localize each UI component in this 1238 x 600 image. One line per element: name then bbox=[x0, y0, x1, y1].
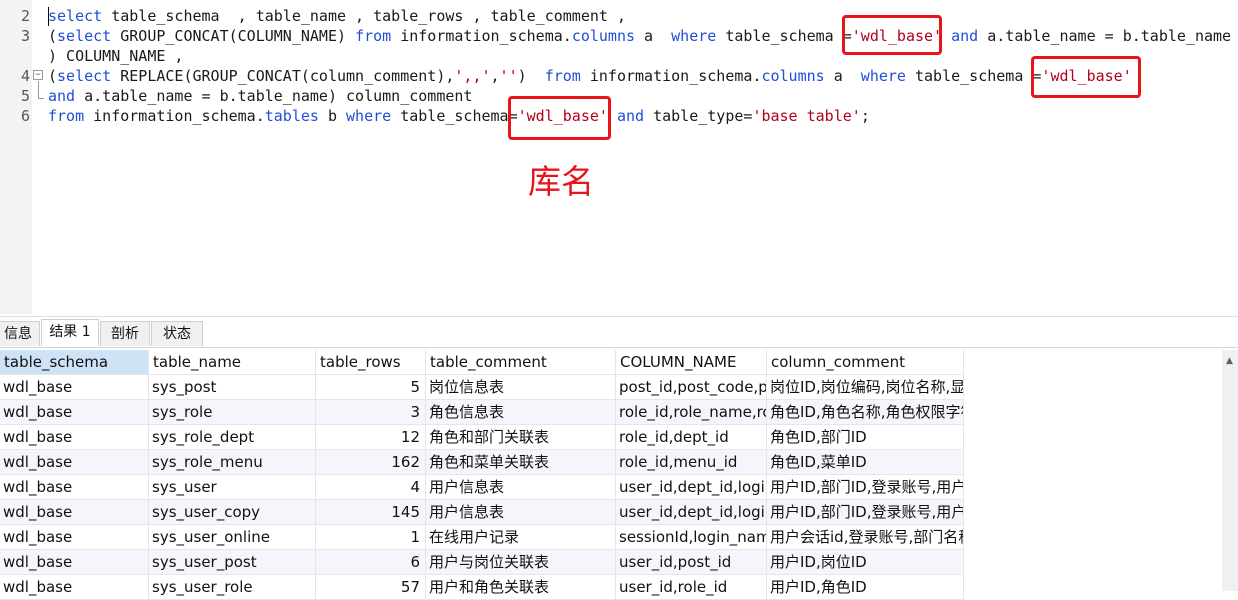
code-line[interactable]: from information_schema.tables b where t… bbox=[48, 106, 870, 126]
table-row[interactable]: wdl_base sys_user_post 6 用户与岗位关联表 user_id,po… bbox=[0, 550, 964, 575]
table-row[interactable]: wdl_base sys_user_role 57 用户和角色关联表 user_id,r… bbox=[0, 575, 964, 600]
line-number: 6 bbox=[20, 107, 30, 125]
cell-table-comment[interactable]: 角色和部门关联表 bbox=[426, 425, 616, 450]
column-header[interactable]: table_comment bbox=[426, 350, 616, 375]
fold-guide bbox=[38, 81, 39, 99]
cell-column-name[interactable]: role_id,dept_id bbox=[616, 425, 767, 450]
cell-column-name[interactable]: role_id,role_name,ro bbox=[616, 400, 767, 425]
code-line[interactable]: and a.table_name = b.table_name) column_… bbox=[48, 86, 472, 106]
tab-status[interactable]: 状态 bbox=[151, 321, 203, 346]
cell-table-name[interactable]: sys_user_post bbox=[149, 550, 316, 575]
cell-table-rows[interactable]: 6 bbox=[316, 550, 426, 575]
table-row[interactable]: wdl_base sys_role 3 角色信息表 role_id,role_name,… bbox=[0, 400, 964, 425]
tab-result-1[interactable]: 结果 1 bbox=[41, 319, 99, 346]
cell-table-rows[interactable]: 3 bbox=[316, 400, 426, 425]
cell-column-comment[interactable]: 用户ID,部门ID,登录账号,用户昵 bbox=[767, 500, 964, 525]
cell-table-rows[interactable]: 57 bbox=[316, 575, 426, 600]
cell-table-name[interactable]: sys_user_role bbox=[149, 575, 316, 600]
highlight-box bbox=[842, 15, 942, 55]
cell-table-comment[interactable]: 用户信息表 bbox=[426, 500, 616, 525]
line-number: 5 bbox=[20, 87, 30, 105]
cell-table-schema[interactable]: wdl_base bbox=[0, 550, 149, 575]
table-row[interactable]: wdl_base sys_user_online 1 在线用户记录 sessionId,… bbox=[0, 525, 964, 550]
line-number: 2 bbox=[20, 7, 30, 25]
table-row[interactable]: wdl_base sys_post 5 岗位信息表 post_id,post_code,… bbox=[0, 375, 964, 400]
cell-table-schema[interactable]: wdl_base bbox=[0, 375, 149, 400]
cell-column-name[interactable]: sessionId,login_name bbox=[616, 525, 767, 550]
cell-table-rows[interactable]: 4 bbox=[316, 475, 426, 500]
code-line[interactable]: (select REPLACE(GROUP_CONCAT(column_comm… bbox=[48, 66, 1132, 86]
cell-table-schema[interactable]: wdl_base bbox=[0, 575, 149, 600]
table-row[interactable]: wdl_base sys_role_menu 162 角色和菜单关联表 role_id,… bbox=[0, 450, 964, 475]
line-number: 3 bbox=[20, 27, 30, 45]
cell-table-rows[interactable]: 145 bbox=[316, 500, 426, 525]
code-line[interactable]: ) COLUMN_NAME , bbox=[48, 46, 183, 66]
cell-table-comment[interactable]: 在线用户记录 bbox=[426, 525, 616, 550]
cell-table-name[interactable]: sys_post bbox=[149, 375, 316, 400]
vertical-scrollbar[interactable] bbox=[1222, 350, 1238, 591]
cell-table-schema[interactable]: wdl_base bbox=[0, 500, 149, 525]
cell-column-name[interactable]: user_id,post_id bbox=[616, 550, 767, 575]
column-header[interactable]: COLUMN_NAME bbox=[616, 350, 767, 375]
cell-table-comment[interactable]: 用户信息表 bbox=[426, 475, 616, 500]
text-caret bbox=[48, 7, 49, 26]
cell-column-name[interactable]: user_id,dept_id,login bbox=[616, 500, 767, 525]
sql-editor[interactable]: 2 3 4 5 6 − select table_schema , table_… bbox=[0, 0, 1238, 314]
cell-table-name[interactable]: sys_user_online bbox=[149, 525, 316, 550]
cell-table-comment[interactable]: 岗位信息表 bbox=[426, 375, 616, 400]
cell-column-name[interactable]: post_id,post_code,p bbox=[616, 375, 767, 400]
cell-table-rows[interactable]: 5 bbox=[316, 375, 426, 400]
fold-guide-end bbox=[38, 98, 44, 99]
cell-column-comment[interactable]: 用户会话id,登录账号,部门名称 bbox=[767, 525, 964, 550]
cell-table-schema[interactable]: wdl_base bbox=[0, 525, 149, 550]
cell-table-comment[interactable]: 用户和角色关联表 bbox=[426, 575, 616, 600]
cell-column-comment[interactable]: 用户ID,角色ID bbox=[767, 575, 964, 600]
column-header[interactable]: table_name bbox=[149, 350, 316, 375]
column-header[interactable]: column_comment bbox=[767, 350, 964, 375]
cell-table-comment[interactable]: 用户与岗位关联表 bbox=[426, 550, 616, 575]
cell-table-schema[interactable]: wdl_base bbox=[0, 425, 149, 450]
cell-column-comment[interactable]: 用户ID,部门ID,登录账号,用户昵 bbox=[767, 475, 964, 500]
cell-column-name[interactable]: role_id,menu_id bbox=[616, 450, 767, 475]
fold-toggle-icon[interactable]: − bbox=[33, 70, 43, 80]
cell-table-rows[interactable]: 12 bbox=[316, 425, 426, 450]
tab-profile[interactable]: 剖析 bbox=[100, 321, 150, 346]
tab-info[interactable]: 信息 bbox=[0, 321, 40, 346]
column-header[interactable]: table_schema bbox=[0, 350, 149, 375]
cell-column-comment[interactable]: 角色ID,角色名称,角色权限字符 bbox=[767, 400, 964, 425]
table-row[interactable]: wdl_base sys_user_copy 145 用户信息表 user_id,dep… bbox=[0, 500, 964, 525]
cell-table-name[interactable]: sys_user_copy bbox=[149, 500, 316, 525]
line-number-gutter: 2 3 4 5 6 bbox=[0, 0, 32, 314]
table-row[interactable]: wdl_base sys_role_dept 12 角色和部门关联表 role_id,d… bbox=[0, 425, 964, 450]
cell-table-name[interactable]: sys_role_dept bbox=[149, 425, 316, 450]
grid-empty-area bbox=[964, 350, 1222, 591]
cell-column-comment[interactable]: 岗位ID,岗位编码,岗位名称,显示 bbox=[767, 375, 964, 400]
cell-column-comment[interactable]: 角色ID,菜单ID bbox=[767, 450, 964, 475]
cell-table-comment[interactable]: 角色和菜单关联表 bbox=[426, 450, 616, 475]
cell-column-comment[interactable]: 用户ID,岗位ID bbox=[767, 550, 964, 575]
cell-table-comment[interactable]: 角色信息表 bbox=[426, 400, 616, 425]
highlight-box bbox=[1031, 56, 1141, 98]
cell-table-name[interactable]: sys_role_menu bbox=[149, 450, 316, 475]
cell-column-name[interactable]: user_id,role_id bbox=[616, 575, 767, 600]
code-line[interactable]: (select GROUP_CONCAT(COLUMN_NAME) from i… bbox=[48, 26, 1231, 46]
cell-table-rows[interactable]: 1 bbox=[316, 525, 426, 550]
cell-column-comment[interactable]: 角色ID,部门ID bbox=[767, 425, 964, 450]
cell-table-schema[interactable]: wdl_base bbox=[0, 400, 149, 425]
column-header[interactable]: table_rows bbox=[316, 350, 426, 375]
cell-column-name[interactable]: user_id,dept_id,login bbox=[616, 475, 767, 500]
code-line[interactable]: select table_schema , table_name , table… bbox=[48, 6, 626, 26]
scroll-up-arrow-icon[interactable]: ▲ bbox=[1226, 356, 1233, 366]
cell-table-name[interactable]: sys_user bbox=[149, 475, 316, 500]
highlight-box bbox=[508, 96, 611, 140]
result-tabs: 信息 结果 1 剖析 状态 bbox=[0, 316, 1238, 348]
table-row[interactable]: wdl_base sys_user 4 用户信息表 user_id,dept_id,lo… bbox=[0, 475, 964, 500]
cell-table-schema[interactable]: wdl_base bbox=[0, 450, 149, 475]
cell-table-rows[interactable]: 162 bbox=[316, 450, 426, 475]
line-number: 4 bbox=[20, 67, 30, 85]
cell-table-schema[interactable]: wdl_base bbox=[0, 475, 149, 500]
annotation-label: 库名 bbox=[528, 162, 594, 201]
cell-table-name[interactable]: sys_role bbox=[149, 400, 316, 425]
